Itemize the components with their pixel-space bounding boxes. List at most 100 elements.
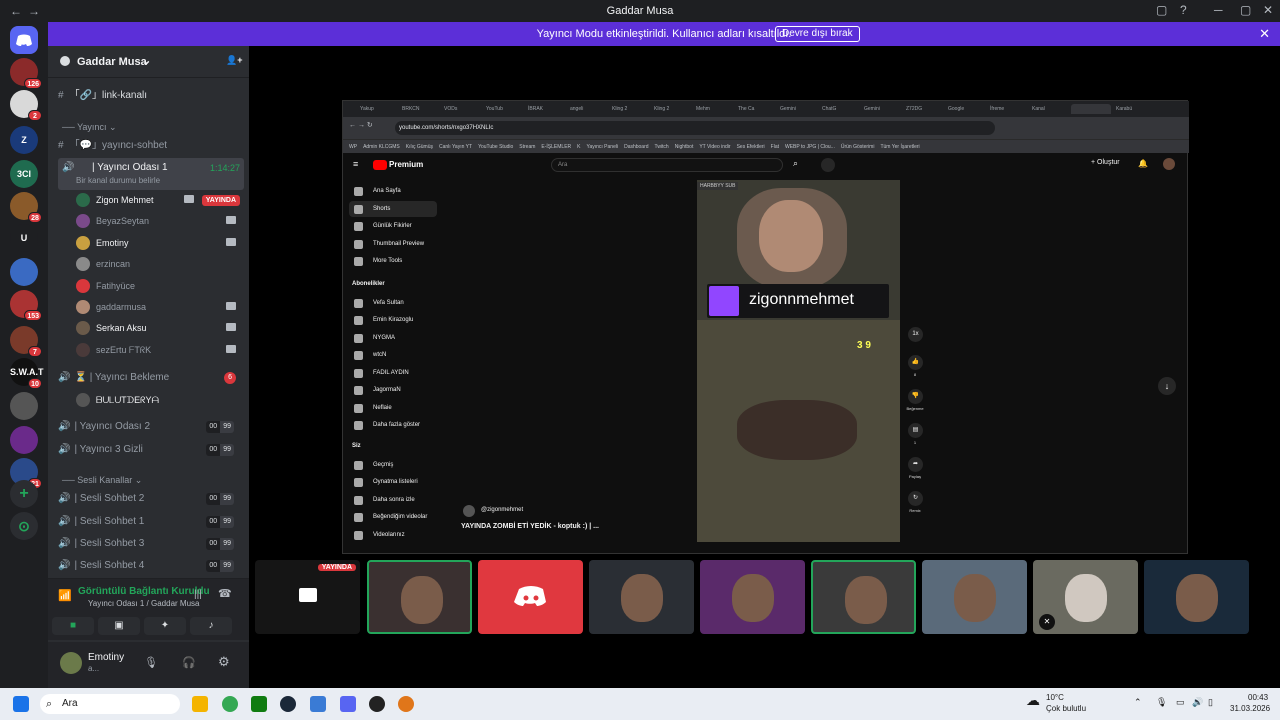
browser-tab[interactable]: YouTub [483, 104, 523, 114]
app-icon[interactable] [310, 696, 326, 712]
maximize-button[interactable]: ▢ [1240, 3, 1251, 17]
channel-yayinci-3-gizli[interactable]: 🔊 | Yayıncı 3 Gizli 00 99 [58, 440, 244, 460]
browser-tab[interactable]: The Ca [735, 104, 775, 114]
server-icon[interactable] [10, 258, 38, 286]
bookmark[interactable]: Ses Efektleri [737, 144, 765, 150]
add-server-icon[interactable]: + [10, 480, 38, 508]
browser-tab[interactable]: Yakup [357, 104, 397, 114]
bookmark[interactable]: Ürün Gösterimi [841, 144, 875, 150]
nav-item[interactable]: Oynatma listeleri [349, 474, 437, 490]
app-icon[interactable] [398, 696, 414, 712]
browser-tab[interactable]: Kling 2 [609, 104, 649, 114]
server-icon[interactable]: 153 [10, 290, 42, 321]
nav-item[interactable]: Shorts [349, 200, 437, 217]
browser-tab[interactable]: ChatG [819, 104, 859, 114]
discover-icon[interactable]: ⊙ [10, 512, 38, 540]
close-window-button[interactable]: ✕ [1263, 3, 1273, 17]
xbox-icon[interactable] [251, 696, 267, 712]
remix-icon[interactable]: ↻ [908, 491, 923, 506]
file-explorer-icon[interactable] [192, 696, 208, 712]
voice-user[interactable]: Fatihyüce [76, 276, 244, 296]
you-heading[interactable]: Siz [352, 443, 361, 449]
server-icon[interactable] [10, 392, 38, 420]
bookmark[interactable]: Yayıncı Paneli [586, 144, 618, 150]
category-sesli[interactable]: ── Sesli Kanallar ⌄ [62, 475, 142, 486]
subscription-item[interactable]: Vefa Sultan [349, 295, 437, 311]
chrome-icon[interactable] [222, 696, 238, 712]
bookmark[interactable]: Flat [771, 144, 779, 150]
browser-tab[interactable]: BRKCN [399, 104, 439, 114]
channel-status[interactable]: Bir kanal durumu belirle [76, 173, 160, 189]
stream-tile[interactable] [478, 560, 583, 634]
battery-icon[interactable]: ▯ [1208, 697, 1213, 708]
server-icon[interactable]: 3CI [10, 160, 38, 188]
inbox-icon[interactable]: ▢ [1156, 3, 1167, 17]
clock-date[interactable]: 31.03.2026 [1230, 704, 1270, 713]
subscription-item[interactable]: Neflaie [349, 400, 437, 416]
subscription-item[interactable]: NYGMA [349, 330, 437, 346]
disconnect-icon[interactable]: ☎ [218, 587, 232, 600]
server-icon[interactable]: 2 [10, 90, 42, 121]
playback-speed-button[interactable]: 1x [908, 327, 923, 342]
channel-yayinci-sohbet[interactable]: # 「💬」yayıncı-sohbet [58, 136, 244, 156]
channel-yayinci-odasi-2[interactable]: 🔊 | Yayıncı Odası 2 00 99 [58, 417, 244, 437]
voice-user[interactable]: erzincan [76, 254, 244, 274]
channel-handle[interactable]: @zigonmehmet [481, 507, 523, 513]
browser-tab[interactable]: İBRAK [525, 104, 565, 114]
nav-item[interactable]: Videolarınız [349, 527, 437, 543]
stream-tile[interactable] [700, 560, 805, 634]
microphone-icon[interactable]: 🎙 [144, 656, 158, 669]
bookmark[interactable]: WEBP to JPG | Clou... [785, 144, 835, 150]
minimize-button[interactable]: ─ [1214, 3, 1223, 17]
windows-start-icon[interactable] [13, 696, 29, 712]
back-icon[interactable]: ← → ↻ [349, 121, 373, 129]
browser-tab[interactable]: Z72DG [903, 104, 943, 114]
steam-icon[interactable] [280, 696, 296, 712]
weather-icon[interactable]: ☁ [1026, 692, 1040, 709]
server-icon[interactable]: S.W.A.T 10 [10, 358, 44, 389]
channel-sesli-sohbet-3[interactable]: 🔊 | Sesli Sohbet 3 00 99 [58, 534, 244, 554]
network-icon[interactable]: ▭ [1176, 697, 1185, 708]
stream-tile[interactable] [1144, 560, 1249, 634]
noise-suppression-icon[interactable]: ||| [194, 589, 202, 600]
search-icon[interactable]: ⌕ [793, 158, 798, 169]
search-input[interactable]: Ara [551, 158, 783, 172]
browser-tab[interactable]: İfreme [987, 104, 1027, 114]
nav-item[interactable]: Geçmiş [349, 457, 437, 473]
stream-tile[interactable] [367, 560, 472, 634]
voice-user[interactable]: sezErtu ᖴTᖇK [76, 340, 244, 360]
subscription-item[interactable]: FADIL AYDIN [349, 365, 437, 381]
nav-item[interactable]: Daha sonra izle [349, 492, 437, 508]
nav-item[interactable]: Thumbnail Preview [349, 236, 437, 252]
channel-yayinci-odasi-1[interactable]: 🔊 | Yayıncı Odası 1 1:14:27 Bir kanal du… [58, 158, 244, 190]
channel-link[interactable]: # 「🔗」link-kanalı [58, 86, 244, 106]
clock-time[interactable]: 00:43 [1248, 693, 1268, 702]
bookmark[interactable]: YouTube Studio [478, 144, 513, 150]
category-yayinci[interactable]: ── Yayıncı ⌄ [62, 122, 117, 133]
bookmark[interactable]: E-İŞLEMLER [541, 144, 571, 150]
notifications-icon[interactable]: 🔔 [1138, 159, 1148, 168]
browser-tab[interactable]: Gemini [777, 104, 817, 114]
stream-tile[interactable]: ✕ [1033, 560, 1138, 634]
username[interactable]: Emotiny [88, 652, 124, 663]
server-icon[interactable]: 126 [10, 58, 42, 89]
headphones-icon[interactable]: 🎧 [182, 656, 196, 669]
channel-sesli-sohbet-4[interactable]: 🔊 | Sesli Sohbet 4 00 99 [58, 556, 244, 576]
stream-tile[interactable]: YAYINDA [255, 560, 360, 634]
avatar[interactable] [463, 505, 475, 517]
channel-yayinci-bekleme[interactable]: 🔊 ⏳ | Yayıncı Bekleme 6 [58, 368, 244, 388]
disable-streamer-mode-button[interactable]: Devre dışı bırak [775, 26, 860, 42]
share-icon[interactable]: ➦ [908, 457, 923, 472]
subscription-item[interactable]: wtcN [349, 347, 437, 363]
bookmark[interactable]: WP [349, 144, 357, 150]
shorts-video[interactable]: HARBBYY SUB 3 9 zigonnmehmet [697, 180, 900, 542]
subscription-item[interactable]: Daha fazla göster [349, 417, 437, 433]
create-button[interactable]: + Oluştur [1091, 159, 1120, 166]
browser-tab[interactable]: angeli [567, 104, 607, 114]
bookmark[interactable]: Nightbot [675, 144, 694, 150]
bookmark[interactable]: Stream [519, 144, 535, 150]
url-input[interactable]: youtube.com/shorts/nxgo37HXNLIc [395, 121, 995, 135]
soundboard-button[interactable]: ♪ [190, 617, 232, 635]
bookmark[interactable]: Kılıç Gümüş [406, 144, 433, 150]
subscription-item[interactable]: Emin Kirazoglu [349, 312, 437, 328]
